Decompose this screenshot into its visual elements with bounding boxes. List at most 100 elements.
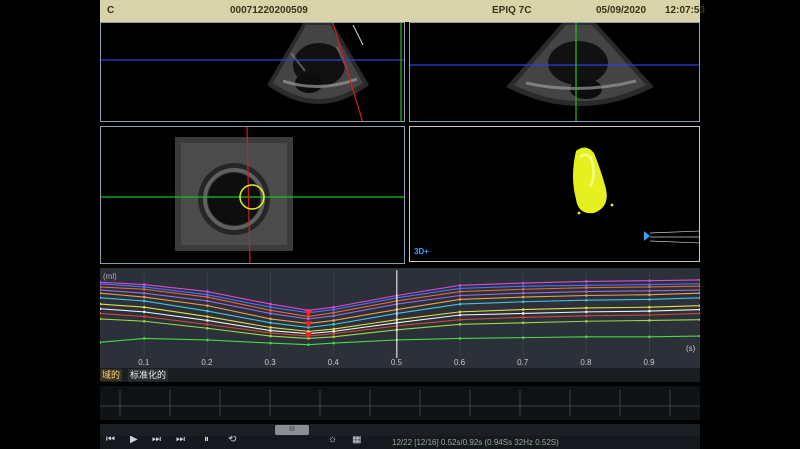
curve-4-point-2	[142, 291, 146, 295]
curve-11-point-4	[269, 341, 272, 345]
3d-mode-label: 3D+	[414, 247, 429, 256]
curve-11-point-2	[142, 337, 146, 340]
curve-11-point-3	[206, 338, 209, 342]
curve-2-point-9	[521, 284, 525, 288]
ecg-strip	[100, 386, 700, 420]
curve-3-point-12	[698, 284, 700, 288]
viewport-apical-4ch[interactable]	[100, 22, 405, 122]
curve-3-point-10	[585, 286, 588, 289]
curve-9-point-4	[269, 331, 272, 335]
loop-icon[interactable]: ⟲	[228, 436, 236, 445]
volume-curves-plot[interactable]	[100, 268, 700, 368]
exam-time: 12:07:53	[665, 5, 706, 16]
curve-1-point-12	[698, 278, 700, 282]
curve-10-point-1	[100, 317, 102, 321]
exam-date: 05/09/2020	[596, 5, 647, 16]
curve-11-point-9	[521, 336, 525, 339]
curve-4-point-8	[458, 294, 462, 297]
curve-1-point-9	[521, 281, 525, 285]
device-name: EPIQ 7C	[492, 5, 532, 16]
pause-icon[interactable]: ⏸	[204, 436, 209, 445]
scroll-thumb[interactable]: III	[275, 425, 309, 435]
curve-9-point-1	[100, 312, 102, 315]
curve-3-point-9	[521, 287, 525, 291]
curve-11-point-5	[307, 343, 310, 346]
curve-11-point-10	[585, 335, 588, 339]
curve-3-point-8	[458, 290, 462, 293]
curve-5-point-9	[521, 295, 525, 299]
sector-image-orthogonal	[410, 23, 699, 121]
curve-10-point-11	[648, 319, 651, 322]
curve-11-point-8	[458, 337, 462, 340]
mode-indicator: C	[107, 5, 115, 16]
curve-2-point-3	[206, 293, 209, 297]
curve-7-point-10	[585, 306, 588, 310]
curve-6-point-12	[698, 296, 700, 300]
curve-10-point-10	[585, 319, 588, 323]
curve-5-point-6	[332, 319, 335, 322]
x-tick-label-4: 0.4	[327, 358, 339, 367]
curve-11-point-1	[100, 341, 102, 344]
header-bar: C 00071220200509 EPIQ 7C 05/09/2020 12:0…	[100, 0, 705, 22]
curve-9-point-10	[585, 314, 588, 318]
tab-normalized[interactable]: 标准化的	[128, 369, 169, 381]
step-forward-icon[interactable]: ⏭	[152, 436, 161, 445]
min-volume-marker-2	[304, 321, 313, 328]
curve-7-point-1	[100, 302, 102, 306]
playback-controls: ⏮ ▶ ⏭ ⏭ ⏸ ⟲ ☼ ▦ 12/22 [12/16] 0.52s/0.92…	[100, 436, 700, 449]
curve-4-point-11	[648, 289, 651, 293]
step-end-icon[interactable]: ⏭	[176, 436, 185, 445]
curve-7-point-3	[206, 315, 209, 318]
curve-8-point-4	[269, 329, 272, 332]
curve-9-point-6	[332, 332, 335, 336]
curve-11-point-6	[332, 341, 335, 345]
volume-curves-panel[interactable]: (ml) 0.1 0.2 0.3 0.4 0.5 0.6 0.7 0.8 0.9 (s)	[100, 268, 700, 368]
viewport-short-axis[interactable]	[100, 126, 405, 264]
curve-4-point-12	[698, 288, 700, 292]
curve-8-point-11	[648, 309, 651, 313]
viewport-apical-orthogonal[interactable]	[409, 22, 700, 122]
curve-8-point-8	[458, 313, 462, 317]
curve-8-point-3	[206, 319, 209, 322]
playback-status: 12/22 [12/16] 0.52s/0.92s (0.94Ss 32Hz 0…	[392, 438, 559, 447]
curve-9-point-12	[698, 312, 700, 315]
curve-4-point-9	[521, 291, 525, 295]
curve-6-point-2	[142, 299, 146, 303]
curve-5-point-12	[698, 291, 700, 295]
curve-3-point-4	[269, 309, 272, 312]
timeline-scrollbar[interactable]: III	[100, 424, 700, 436]
curve-4-point-6	[332, 314, 335, 318]
curve-2-point-6	[332, 308, 335, 311]
play-icon[interactable]: ▶	[130, 436, 138, 445]
curve-7-point-2	[142, 305, 146, 309]
y-axis-unit: (ml)	[103, 272, 117, 281]
curve-2-point-4	[269, 305, 272, 309]
curve-10-point-12	[698, 318, 700, 321]
x-tick-label-6: 0.6	[454, 358, 466, 367]
grid-icon[interactable]: ▦	[352, 436, 361, 445]
curve-view-tabs: 域的 标准化的	[100, 368, 700, 382]
curve-9-point-11	[648, 313, 651, 317]
curve-9-point-9	[521, 316, 525, 319]
curve-8-point-6	[332, 330, 335, 333]
skip-back-icon[interactable]: ⏮	[106, 436, 115, 445]
curve-10-point-6	[332, 335, 335, 339]
curve-7-point-8	[458, 310, 462, 314]
curve-8-point-2	[142, 310, 146, 314]
curve-6-point-11	[648, 298, 651, 301]
sun-icon[interactable]: ☼	[328, 436, 337, 445]
curve-3-point-6	[332, 311, 335, 314]
curve-4-point-4	[269, 312, 272, 315]
x-tick-label-7: 0.7	[517, 358, 529, 367]
curve-6-point-8	[458, 302, 462, 306]
curve-5-point-11	[648, 293, 651, 297]
tab-regional[interactable]: 域的	[100, 369, 123, 381]
lv-3d-model	[573, 147, 699, 244]
viewport-3d-volume[interactable]: 3D+	[409, 126, 700, 262]
curve-3-point-11	[648, 285, 651, 289]
curve-7-point-6	[332, 327, 335, 331]
curve-10-point-4	[269, 334, 272, 338]
min-volume-marker-1	[304, 310, 313, 317]
curve-8-point-1	[100, 307, 102, 311]
curve-4-point-1	[100, 288, 102, 292]
